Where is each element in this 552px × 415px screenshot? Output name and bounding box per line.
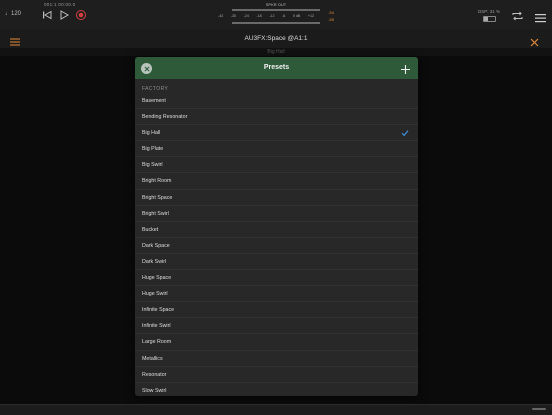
dsp-load: DSP: 31 % [478,9,501,14]
preset-item[interactable]: Infinite Swirl [135,318,418,335]
preset-label: Metallics [142,355,163,362]
meter-peak-right: -55 [328,17,334,22]
preset-label: Bright Swirl [142,210,169,217]
record-button[interactable] [75,9,87,21]
bottom-bar [0,404,552,415]
preset-label: Bright Room [142,178,172,185]
preset-label: Big Plate [142,146,164,153]
loop-icon [512,11,523,21]
loop-button[interactable] [511,9,524,21]
preset-label: Dark Space [142,242,170,249]
preset-label: Bright Space [142,194,173,201]
preset-item[interactable]: Bright Room [135,173,418,190]
preset-item[interactable]: Infinite Space [135,302,418,319]
meter-bar-left [232,9,320,11]
meter-scale-label: -6 [282,14,286,18]
meter-scale-label: 0 dB [292,14,301,18]
record-icon [76,10,86,20]
plugin-bar: AU3FX:Space @A1:1 [0,30,552,49]
scrollbar-thumb[interactable] [532,408,546,410]
preset-label: Dark Swirl [142,258,167,265]
preset-item[interactable]: Metallics [135,351,418,367]
preset-item[interactable]: Slow Swirl [135,383,418,396]
preset-item[interactable]: Huge Space [135,270,418,287]
hamburger-icon [535,14,546,23]
presets-header: Presets [135,57,418,79]
meter-peak-left: -54 [328,10,334,15]
preset-item[interactable]: Bright Swirl [135,206,418,222]
plus-icon [401,65,410,74]
presets-dialog: Presets FACTORY Basement Bending Resonato… [135,57,418,396]
rewind-button[interactable] [41,9,53,21]
meter-scale-label: +12 [307,14,314,18]
preset-item[interactable]: Huge Swirl [135,286,418,303]
preset-item[interactable]: Bright Space [135,190,418,206]
preset-item[interactable]: Dark Space [135,238,418,254]
preset-label: Basement [142,98,166,104]
play-button[interactable] [58,9,70,21]
meter-scale: -42 -30 -24 -18 -12 -6 0 dB +12 [218,14,314,18]
preset-label: Bending Resonator [142,114,188,121]
preset-item[interactable]: Basement [135,93,418,110]
preset-list: Basement Bending Resonator Big Hall Big Pla… [135,93,418,396]
tempo-display[interactable]: ♩120 [5,11,21,17]
main-menu-button[interactable] [535,10,546,23]
meter-title: SPKR OUT [265,2,287,7]
add-preset-button[interactable] [400,62,411,74]
preset-label: Infinite Space [142,307,175,314]
plugin-close-button[interactable] [530,34,539,47]
preset-label: Bucket [142,226,159,233]
rewind-icon [43,10,52,20]
position-display[interactable]: 001:1 00:00.0 [44,2,75,7]
preset-item[interactable]: Big Hall [135,125,418,142]
preset-item[interactable]: Big Plate [135,141,418,158]
meter-scale-label: -12 [269,14,275,18]
dialog-title: Presets [263,64,290,71]
preset-label: Huge Space [142,275,172,282]
plugin-title: AU3FX:Space @A1:1 [244,35,308,42]
battery-icon [483,16,496,22]
preset-item[interactable]: Dark Swirl [135,254,418,271]
preset-label: Infinite Swirl [142,323,171,330]
current-preset-label: Big Hall [267,49,285,55]
checkmark-icon [401,130,409,137]
meter-scale-label: -42 [218,14,224,18]
preset-item[interactable]: Bucket [135,222,418,238]
preset-selector-bar[interactable]: Big Hall [0,48,552,56]
output-meter: SPKR OUT -42 -30 -24 -18 -12 -6 0 dB +12… [218,2,334,26]
battery-level [484,17,488,21]
preset-label: Large Room [142,339,172,346]
section-label: FACTORY [142,86,169,92]
meter-scale-label: -30 [230,14,237,18]
meter-bar-right [232,22,320,24]
meter-scale-label: -24 [243,14,249,18]
preset-label: Resonator [142,371,167,378]
preset-label: Big Swirl [142,162,163,169]
preset-label: Huge Swirl [142,291,168,298]
play-icon [60,10,70,20]
preset-item[interactable]: Resonator [135,367,418,383]
meter-scale-label: -18 [256,14,262,18]
preset-item[interactable]: Big Swirl [135,157,418,174]
preset-label: Slow Swirl [142,387,167,394]
preset-item[interactable]: Large Room [135,334,418,351]
preset-label: Big Hall [142,130,161,137]
close-icon [530,38,539,47]
preset-item[interactable]: Bending Resonator [135,109,418,126]
transport-bar: ♩120 001:1 00:00.0 SPKR OUT -42 -30 -24 … [0,0,552,31]
